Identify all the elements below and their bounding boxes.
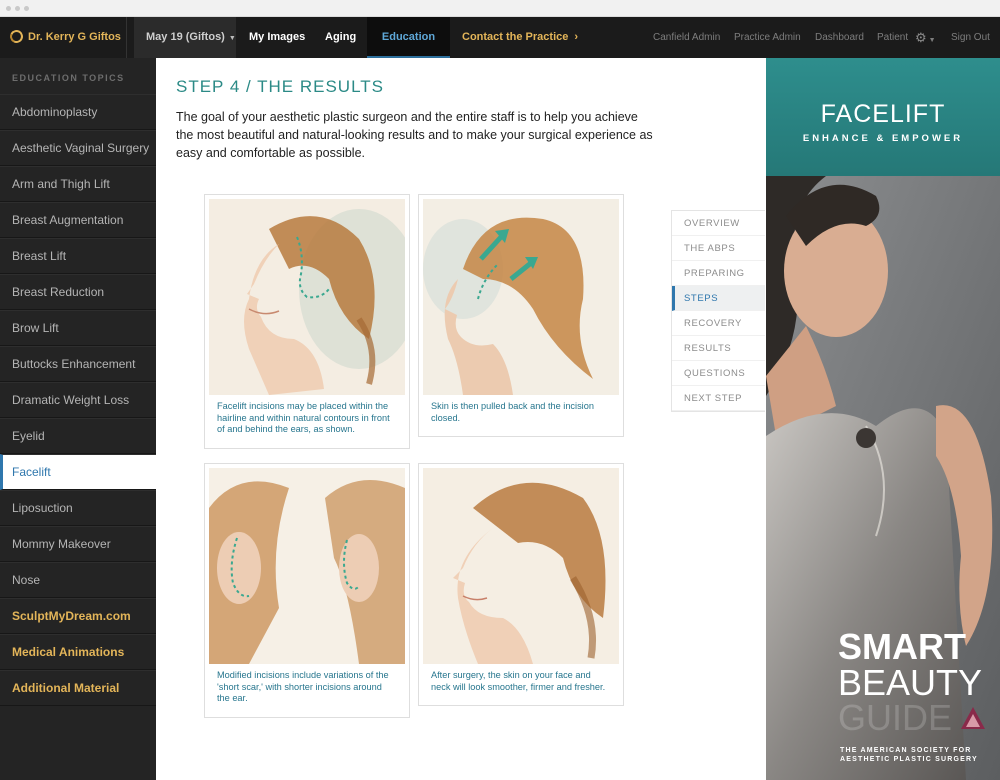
page-title: STEP 4 / THE RESULTS <box>176 77 385 96</box>
steps-navigation: OVERVIEW THE ABPS PREPARING STEPS RECOVE… <box>671 210 765 412</box>
window-dot-icon <box>6 6 11 11</box>
step-tab-results[interactable]: RESULTS <box>672 336 765 361</box>
card-caption: Skin is then pulled back and the incisio… <box>431 401 594 423</box>
window-dot-icon <box>24 6 29 11</box>
sidebar-link-sculptmydream[interactable]: SculptMyDream.com <box>0 598 156 634</box>
illustration-card: Modified incisions include variations of… <box>204 463 410 718</box>
skin-pulled-back-illustration <box>423 199 619 395</box>
sidebar-item-arm-thigh-lift[interactable]: Arm and Thigh Lift <box>0 166 156 202</box>
nav-sign-out[interactable]: Sign Out <box>951 17 990 58</box>
promo-title: FACELIFT <box>820 100 946 128</box>
chevron-right-icon: › <box>574 31 579 43</box>
practice-name: Dr. Kerry G Giftos <box>28 31 121 43</box>
illustration-card: After surgery, the skin on your face and… <box>418 463 624 706</box>
caret-down-icon: ▼ <box>228 35 236 42</box>
intro-paragraph: The goal of your aesthetic plastic surge… <box>176 110 653 160</box>
sidebar-item-buttocks-enhancement[interactable]: Buttocks Enhancement <box>0 346 156 382</box>
nav-practice-admin[interactable]: Practice Admin <box>734 17 801 58</box>
sidebar-item-breast-augmentation[interactable]: Breast Augmentation <box>0 202 156 238</box>
window-dot-icon <box>15 6 20 11</box>
sidebar-item-breast-lift[interactable]: Breast Lift <box>0 238 156 274</box>
step-tab-preparing[interactable]: PREPARING <box>672 261 765 286</box>
step-tab-the-abps[interactable]: THE ABPS <box>672 236 765 261</box>
promo-banner: FACELIFT ENHANCE & EMPOWER <box>766 58 1000 176</box>
nav-education[interactable]: Education <box>367 17 450 58</box>
session-date-selector[interactable]: May 19 (Giftos) ▼ <box>134 17 236 58</box>
education-topics-sidebar: EDUCATION TOPICS Abdominoplasty Aestheti… <box>0 58 156 780</box>
sidebar-item-brow-lift[interactable]: Brow Lift <box>0 310 156 346</box>
after-surgery-illustration <box>423 468 619 664</box>
practice-logo-link[interactable]: Dr. Kerry G Giftos <box>0 17 127 58</box>
facelift-incision-illustration <box>209 199 405 395</box>
step-tab-questions[interactable]: QUESTIONS <box>672 361 765 386</box>
sidebar-item-mommy-makeover[interactable]: Mommy Makeover <box>0 526 156 562</box>
illustration-card: Facelift incisions may be placed within … <box>204 194 410 449</box>
gear-icon: ⚙ <box>915 30 927 45</box>
logo-ring-icon <box>8 28 25 45</box>
card-caption: After surgery, the skin on your face and… <box>431 670 606 692</box>
promo-tagline: ENHANCE & EMPOWER <box>802 133 964 144</box>
promo-guide-text: GUIDE <box>838 697 953 738</box>
main-content: STEP 4 / THE RESULTS The goal of your ae… <box>156 58 766 780</box>
browser-chrome <box>0 0 1000 17</box>
smart-beauty-guide-promo[interactable]: FACELIFT ENHANCE & EMPOWER SMART BEAUTY … <box>766 58 1000 780</box>
sidebar-item-abdominoplasty[interactable]: Abdominoplasty <box>0 94 156 130</box>
session-date-value: May 19 (Giftos) <box>146 31 225 43</box>
step-tab-overview[interactable]: OVERVIEW <box>672 211 765 236</box>
promo-beauty-text: BEAUTY <box>838 662 983 703</box>
nav-my-images[interactable]: My Images <box>249 17 305 58</box>
sidebar-item-facelift[interactable]: Facelift <box>0 454 156 490</box>
sidebar-item-eyelid[interactable]: Eyelid <box>0 418 156 454</box>
caret-down-icon: ▼ <box>928 37 936 44</box>
nav-contact-practice[interactable]: Contact the Practice › <box>462 17 578 58</box>
step-tab-steps[interactable]: STEPS <box>672 286 765 311</box>
illustration-card: Skin is then pulled back and the incisio… <box>418 194 624 437</box>
asps-logo-icon <box>961 707 985 729</box>
sidebar-link-medical-animations[interactable]: Medical Animations <box>0 634 156 670</box>
sidebar-item-breast-reduction[interactable]: Breast Reduction <box>0 274 156 310</box>
nav-dashboard[interactable]: Dashboard <box>815 17 864 58</box>
nav-canfield-admin[interactable]: Canfield Admin <box>653 17 720 58</box>
sidebar-heading: EDUCATION TOPICS <box>12 73 125 83</box>
card-caption: Modified incisions include variations of… <box>217 670 389 703</box>
step-tab-next-step[interactable]: NEXT STEP <box>672 386 765 411</box>
sidebar-item-liposuction[interactable]: Liposuction <box>0 490 156 526</box>
sidebar-item-nose[interactable]: Nose <box>0 562 156 598</box>
nav-contact-label: Contact the Practice <box>462 31 569 43</box>
sidebar-item-aesthetic-vaginal-surgery[interactable]: Aesthetic Vaginal Surgery <box>0 130 156 166</box>
card-caption: Facelift incisions may be placed within … <box>217 401 390 434</box>
promo-society-name: THE AMERICAN SOCIETY FOR AESTHETIC PLAST… <box>840 747 978 763</box>
short-scar-incision-illustration <box>209 468 405 664</box>
nav-aging[interactable]: Aging <box>325 17 356 58</box>
sidebar-item-dramatic-weight-loss[interactable]: Dramatic Weight Loss <box>0 382 156 418</box>
step-tab-recovery[interactable]: RECOVERY <box>672 311 765 336</box>
sidebar-link-additional-material[interactable]: Additional Material <box>0 670 156 706</box>
promo-smart-text: SMART <box>838 626 966 667</box>
nav-patient[interactable]: Patient <box>877 17 908 58</box>
top-navigation: Dr. Kerry G Giftos May 19 (Giftos) ▼ My I… <box>0 17 1000 58</box>
settings-menu[interactable]: ⚙ ▼ <box>915 17 936 58</box>
